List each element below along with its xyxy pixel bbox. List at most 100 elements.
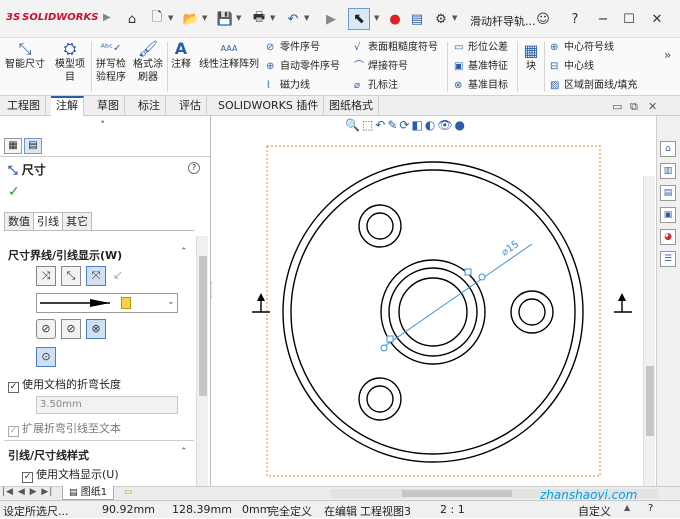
- undo-icon[interactable]: ↶: [284, 10, 302, 28]
- leader-style-section-title[interactable]: 引线/尺寸线样式: [8, 447, 89, 463]
- linear-note-pattern-button[interactable]: AAA 线性注释阵列: [196, 40, 262, 71]
- status-units-custom[interactable]: 自定义: [578, 503, 611, 519]
- ok-checkmark-button[interactable]: ✓: [8, 184, 20, 200]
- view-palette-icon[interactable]: ▣: [660, 207, 676, 223]
- use-doc-bend-length-checkbox[interactable]: ✓ 使用文档的折弯长度: [8, 376, 121, 393]
- appearances-icon[interactable]: ◕: [660, 229, 676, 245]
- diameter-dimension-line[interactable]: [381, 243, 533, 349]
- weld-symbol-button[interactable]: ⌒ 焊接符号: [354, 59, 438, 75]
- ribbon-overflow-icon[interactable]: »: [664, 48, 671, 62]
- format-painter-button[interactable]: 🖌 格式涂 刷器: [130, 40, 166, 84]
- witness-inside-button[interactable]: ⤡: [61, 266, 81, 286]
- home-icon[interactable]: ⌂: [123, 10, 141, 28]
- note-button[interactable]: A 注释: [169, 40, 193, 71]
- maximize-icon[interactable]: ☐: [620, 10, 638, 28]
- chevron-down-icon[interactable]: ▼: [270, 14, 275, 22]
- witness-smart-button[interactable]: ⤧: [86, 266, 106, 286]
- close-icon[interactable]: ✕: [648, 10, 666, 28]
- dimension-handle[interactable]: [386, 335, 394, 343]
- property-manager-tab-icon[interactable]: ▤: [24, 138, 42, 154]
- rotate-view-icon[interactable]: ⟳: [399, 118, 411, 132]
- chevron-down-icon[interactable]: ▼: [236, 14, 241, 22]
- view-orientation-icon[interactable]: ◧: [411, 118, 424, 132]
- status-sheet-scale[interactable]: 2 : 1: [440, 503, 465, 516]
- smart-dimension-button[interactable]: ⤡ 智能尺寸: [4, 40, 46, 71]
- spell-checker-button[interactable]: ᴬᵇᶜ✓ 拼写检 验程序: [93, 40, 129, 84]
- geometric-tolerance-button[interactable]: ▭ 形位公差: [454, 40, 508, 56]
- open-folder-icon[interactable]: 📂: [182, 10, 200, 28]
- graphics-area[interactable]: ⌀15: [212, 116, 655, 486]
- user-account-icon[interactable]: ☺: [534, 10, 552, 28]
- chevron-up-icon[interactable]: ▲: [624, 503, 630, 512]
- witness-outside-button[interactable]: ⤨: [36, 266, 56, 286]
- window-close-icon[interactable]: ✕: [648, 100, 657, 113]
- subtab-leaders[interactable]: 引线: [33, 212, 63, 230]
- add-sheet-icon[interactable]: ▭: [124, 487, 133, 497]
- help-icon[interactable]: ?: [566, 10, 584, 28]
- chevron-down-icon[interactable]: ▼: [202, 14, 207, 22]
- arrow-style-dropdown[interactable]: ⌄: [36, 293, 178, 313]
- subtab-value[interactable]: 数值: [4, 212, 34, 230]
- solidworks-resources-icon[interactable]: ⌂: [660, 141, 676, 157]
- select-tool-icon[interactable]: ⬉: [348, 8, 370, 30]
- collapse-chevron-icon[interactable]: ⌃: [180, 247, 188, 257]
- subtab-other[interactable]: 其它: [62, 212, 92, 230]
- solidworks-logo[interactable]: 3S SOLIDWORKS: [6, 12, 98, 23]
- canvas-horizontal-thumb[interactable]: [402, 490, 512, 497]
- design-library-icon[interactable]: ▥: [660, 163, 676, 179]
- display-style-icon[interactable]: ◐: [425, 118, 437, 132]
- tab-sketch[interactable]: 草图: [92, 96, 125, 116]
- centerline-button[interactable]: ⊟ 中心线: [550, 59, 637, 75]
- file-explorer-icon[interactable]: ▤: [660, 185, 676, 201]
- appearance-icon[interactable]: ●: [455, 118, 467, 132]
- panel-splitter-grip[interactable]: •: [100, 118, 105, 128]
- options-gear-icon[interactable]: ⚙: [432, 10, 450, 28]
- diameter-dimension-text[interactable]: ⌀15: [500, 239, 522, 259]
- tab-solidworks-addins[interactable]: SOLIDWORKS 插件: [213, 96, 325, 116]
- chevron-down-icon[interactable]: ▼: [168, 14, 173, 22]
- tab-drawing[interactable]: 工程图: [2, 96, 46, 116]
- collapse-chevron-icon[interactable]: ⌃: [180, 447, 188, 457]
- sketch-icon[interactable]: ✎: [387, 118, 399, 132]
- magnetic-line-button[interactable]: ⌇ 磁力线: [266, 78, 340, 94]
- hole-callout-button[interactable]: ⌀ 孔标注: [354, 78, 438, 94]
- sheet-nav-arrows[interactable]: |◀ ◀ ▶ ▶|: [2, 487, 53, 497]
- panel-scrollbar-thumb[interactable]: [199, 256, 207, 396]
- zoom-to-fit-icon[interactable]: 🔍: [345, 118, 362, 132]
- center-mark-button[interactable]: ⊕ 中心符号线: [550, 40, 637, 56]
- foreshortened-button[interactable]: ⊙: [36, 347, 56, 367]
- canvas-vertical-scrollbar[interactable]: [643, 176, 655, 486]
- area-hatch-button[interactable]: ▨ 区域剖面线/填充: [550, 78, 637, 94]
- model-items-button[interactable]: ⛭ 模型项 目: [50, 40, 90, 84]
- tab-markup[interactable]: 标注: [133, 96, 166, 116]
- save-icon[interactable]: 💾: [216, 10, 234, 28]
- linear-diameter-button[interactable]: ⊗: [86, 319, 106, 339]
- quick-tips-icon[interactable]: ?: [648, 503, 653, 514]
- panel-scrollbar[interactable]: [196, 236, 208, 486]
- balloon-button[interactable]: ⊘ 零件序号: [266, 40, 340, 56]
- expand-menu-icon[interactable]: ▶: [103, 12, 111, 23]
- extend-bent-leader-checkbox[interactable]: ✓ 扩展折弯引线至文本: [8, 420, 121, 437]
- window-restore-icon[interactable]: ▭: [612, 100, 622, 113]
- radius-leader-button[interactable]: ⊘: [36, 319, 56, 339]
- file-properties-icon[interactable]: ▤: [408, 10, 426, 28]
- chevron-down-icon[interactable]: ▼: [374, 14, 379, 22]
- new-document-icon[interactable]: 🗋: [148, 10, 166, 28]
- redo-icon[interactable]: ▶: [322, 10, 340, 28]
- tab-annotation[interactable]: 注解: [51, 96, 84, 116]
- surface-finish-button[interactable]: √ 表面粗糙度符号: [354, 40, 438, 56]
- feature-manager-tab-icon[interactable]: ▦: [4, 138, 22, 154]
- dimension-handle[interactable]: [464, 268, 472, 276]
- custom-properties-icon[interactable]: ☰: [660, 251, 676, 267]
- help-button[interactable]: ?: [188, 162, 200, 174]
- tab-evaluate[interactable]: 评估: [174, 96, 207, 116]
- bend-length-input[interactable]: 3.50mm: [36, 396, 178, 414]
- previous-view-icon[interactable]: ↶: [375, 118, 387, 132]
- block-button[interactable]: ▦ 块: [520, 42, 542, 73]
- minimize-icon[interactable]: −: [594, 10, 612, 28]
- window-tile-icon[interactable]: ⧉: [630, 100, 638, 114]
- tab-sheet-format[interactable]: 图纸格式: [324, 96, 379, 116]
- datum-target-button[interactable]: ⊗ 基准目标: [454, 78, 508, 94]
- chevron-down-icon[interactable]: ▼: [452, 14, 457, 22]
- datum-feature-button[interactable]: ▣ 基准特征: [454, 59, 508, 75]
